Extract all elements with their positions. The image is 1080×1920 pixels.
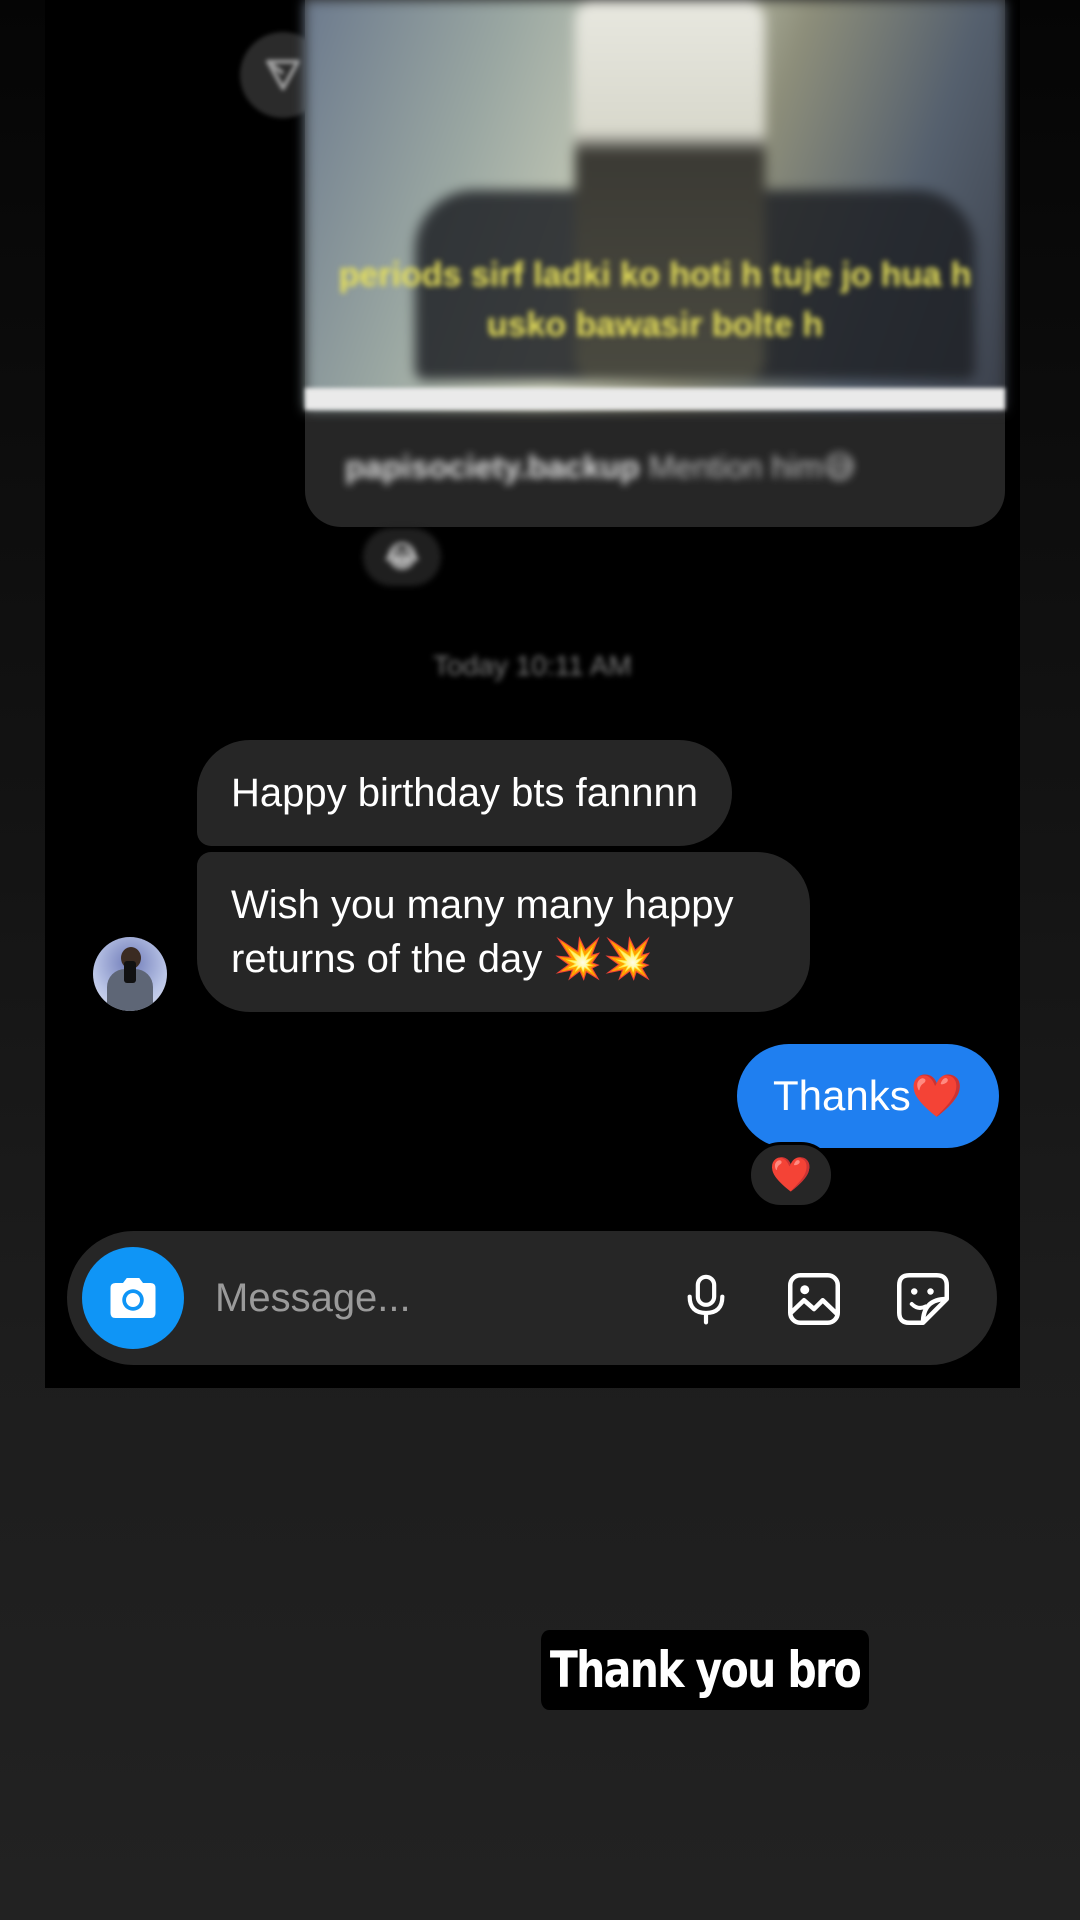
post-message-emoji: 😅: [822, 449, 857, 485]
message-text: Thanks: [772, 1072, 911, 1119]
chat-screen: periods sirf ladki ko hoti h tuje jo hua…: [45, 0, 1020, 1388]
message-emoji: ❤️: [910, 1071, 964, 1119]
received-message[interactable]: Wish you many many happy returns of the …: [197, 852, 810, 1012]
post-reaction[interactable]: 😂: [363, 528, 441, 586]
sticker-button[interactable]: [889, 1265, 957, 1333]
message-composer: [67, 1231, 997, 1365]
shared-post[interactable]: periods sirf ladki ko hoti h tuje jo hua…: [305, 0, 1005, 527]
message-text: Wish you many many happy returns of the …: [231, 883, 734, 981]
sent-message[interactable]: Thanks ❤️: [737, 1044, 999, 1148]
chat-timestamp: Today 10:11 AM: [433, 650, 632, 681]
share-icon: [266, 59, 300, 91]
story-text-caption: Thank you bro: [541, 1630, 869, 1710]
post-image-caption: periods sirf ladki ko hoti h tuje jo hua…: [338, 256, 972, 344]
sticker-icon: [897, 1273, 949, 1325]
voice-message-button[interactable]: [672, 1265, 740, 1333]
post-message: Mention him: [648, 449, 823, 485]
message-reaction[interactable]: ❤️: [748, 1142, 834, 1208]
sender-avatar[interactable]: [93, 937, 167, 1011]
microphone-icon: [687, 1274, 725, 1325]
post-reaction-emoji: 😂: [384, 540, 420, 574]
post-meta: papisociety.backup Mention him😅: [345, 448, 856, 486]
heart-reaction-emoji: ❤️: [769, 1156, 813, 1194]
camera-icon: [110, 1278, 156, 1318]
message-input[interactable]: [215, 1267, 615, 1329]
gallery-icon: [788, 1273, 840, 1325]
post-account[interactable]: papisociety.backup: [345, 449, 640, 485]
message-text: Happy birthday bts fannnn: [231, 771, 698, 815]
received-message[interactable]: Happy birthday bts fannnn: [197, 740, 732, 846]
camera-button[interactable]: [82, 1247, 184, 1349]
gallery-button[interactable]: [780, 1265, 848, 1333]
